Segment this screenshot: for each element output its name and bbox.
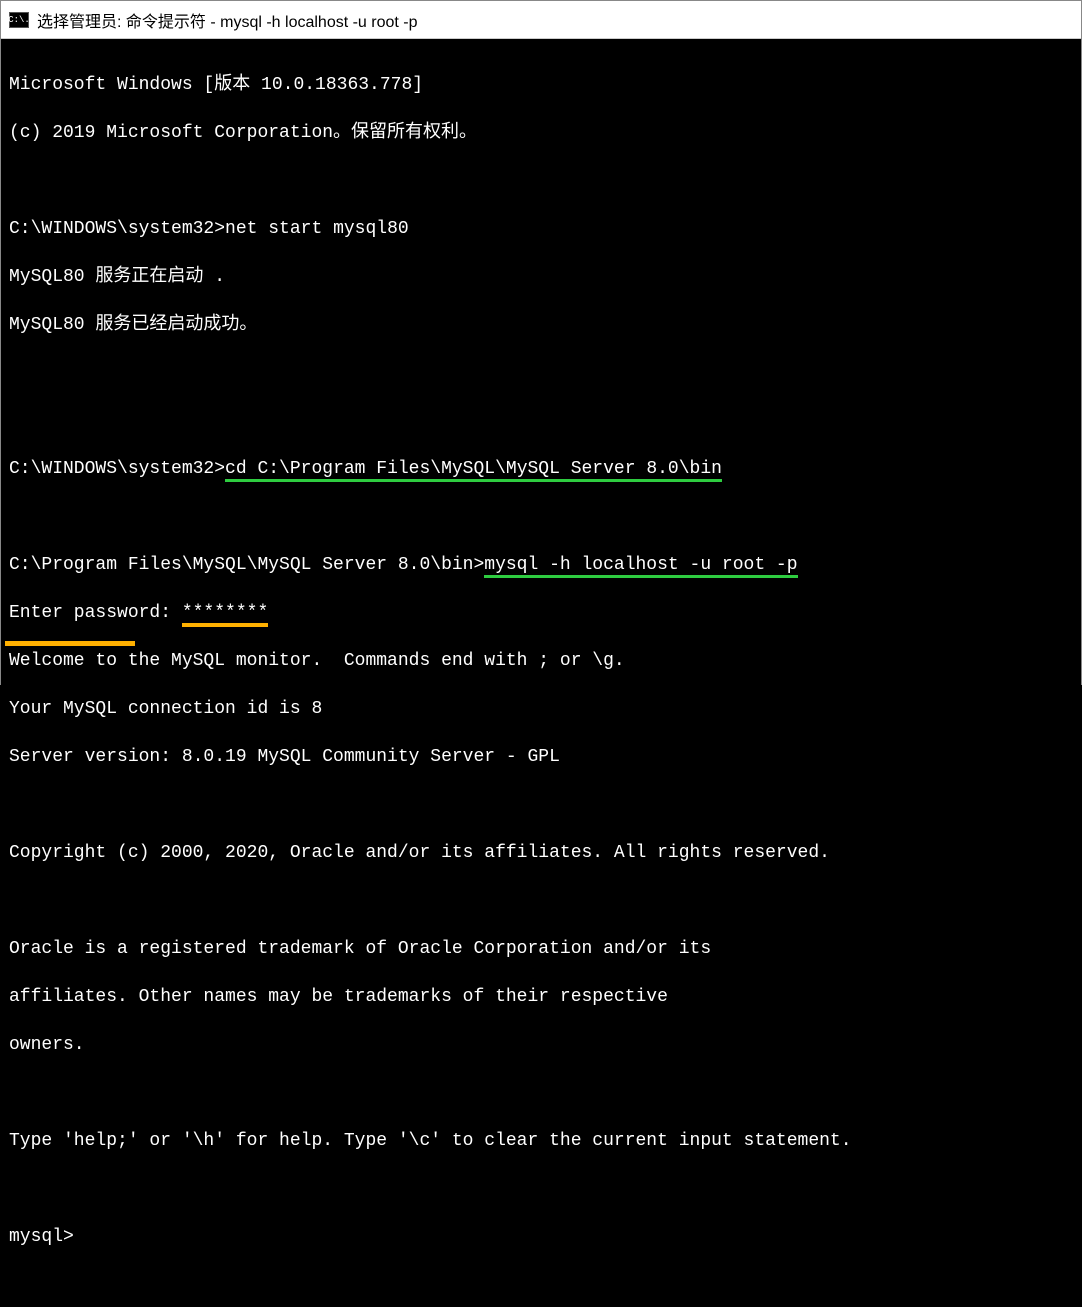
window-titlebar[interactable]: C:\. 选择管理员: 命令提示符 - mysql -h localhost -… — [1, 1, 1081, 39]
window-title: 选择管理员: 命令提示符 - mysql -h localhost -u roo… — [37, 8, 418, 32]
prompt: C:\WINDOWS\system32> — [9, 219, 225, 239]
output-line: Copyright (c) 2000, 2020, Oracle and/or … — [9, 841, 1073, 865]
output-line: owners. — [9, 1033, 1073, 1057]
annotation-underline — [5, 641, 135, 646]
output-line — [9, 505, 1073, 529]
output-line — [9, 361, 1073, 385]
output-line: Server version: 8.0.19 MySQL Community S… — [9, 745, 1073, 769]
output-line — [9, 1081, 1073, 1105]
output-line: Microsoft Windows [版本 10.0.18363.778] — [9, 73, 1073, 97]
prompt: C:\Program Files\MySQL\MySQL Server 8.0\… — [9, 555, 484, 575]
prompt-line: C:\Program Files\MySQL\MySQL Server 8.0\… — [9, 553, 1073, 577]
output-line — [9, 1177, 1073, 1201]
prompt-line: C:\WINDOWS\system32>cd C:\Program Files\… — [9, 457, 1073, 481]
command-mysql: mysql -h localhost -u root -p — [484, 555, 797, 578]
cmd-icon: C:\. — [9, 12, 29, 28]
terminal-output[interactable]: Microsoft Windows [版本 10.0.18363.778] (c… — [1, 39, 1081, 1307]
output-line — [9, 889, 1073, 913]
prompt: C:\WINDOWS\system32> — [9, 459, 225, 479]
output-line: Your MySQL connection id is 8 — [9, 697, 1073, 721]
output-line: (c) 2019 Microsoft Corporation。保留所有权利。 — [9, 121, 1073, 145]
output-line: Type 'help;' or '\h' for help. Type '\c'… — [9, 1129, 1073, 1153]
output-line — [9, 409, 1073, 433]
password-label: Enter password: — [9, 603, 182, 623]
cursor[interactable] — [74, 1227, 85, 1247]
password-line: Enter password: ******** — [9, 601, 1073, 625]
password-mask: ******** — [182, 603, 268, 627]
command-cd: cd C:\Program Files\MySQL\MySQL Server 8… — [225, 459, 722, 482]
output-line — [9, 793, 1073, 817]
mysql-prompt-line: mysql> — [9, 1225, 1073, 1249]
command: net start mysql80 — [225, 219, 409, 239]
mysql-prompt: mysql> — [9, 1227, 74, 1247]
output-line: MySQL80 服务已经启动成功。 — [9, 313, 1073, 337]
output-line — [9, 169, 1073, 193]
output-line: affiliates. Other names may be trademark… — [9, 985, 1073, 1009]
output-line: Welcome to the MySQL monitor. Commands e… — [9, 649, 1073, 673]
output-line: MySQL80 服务正在启动 . — [9, 265, 1073, 289]
prompt-line: C:\WINDOWS\system32>net start mysql80 — [9, 217, 1073, 241]
output-line: Oracle is a registered trademark of Orac… — [9, 937, 1073, 961]
